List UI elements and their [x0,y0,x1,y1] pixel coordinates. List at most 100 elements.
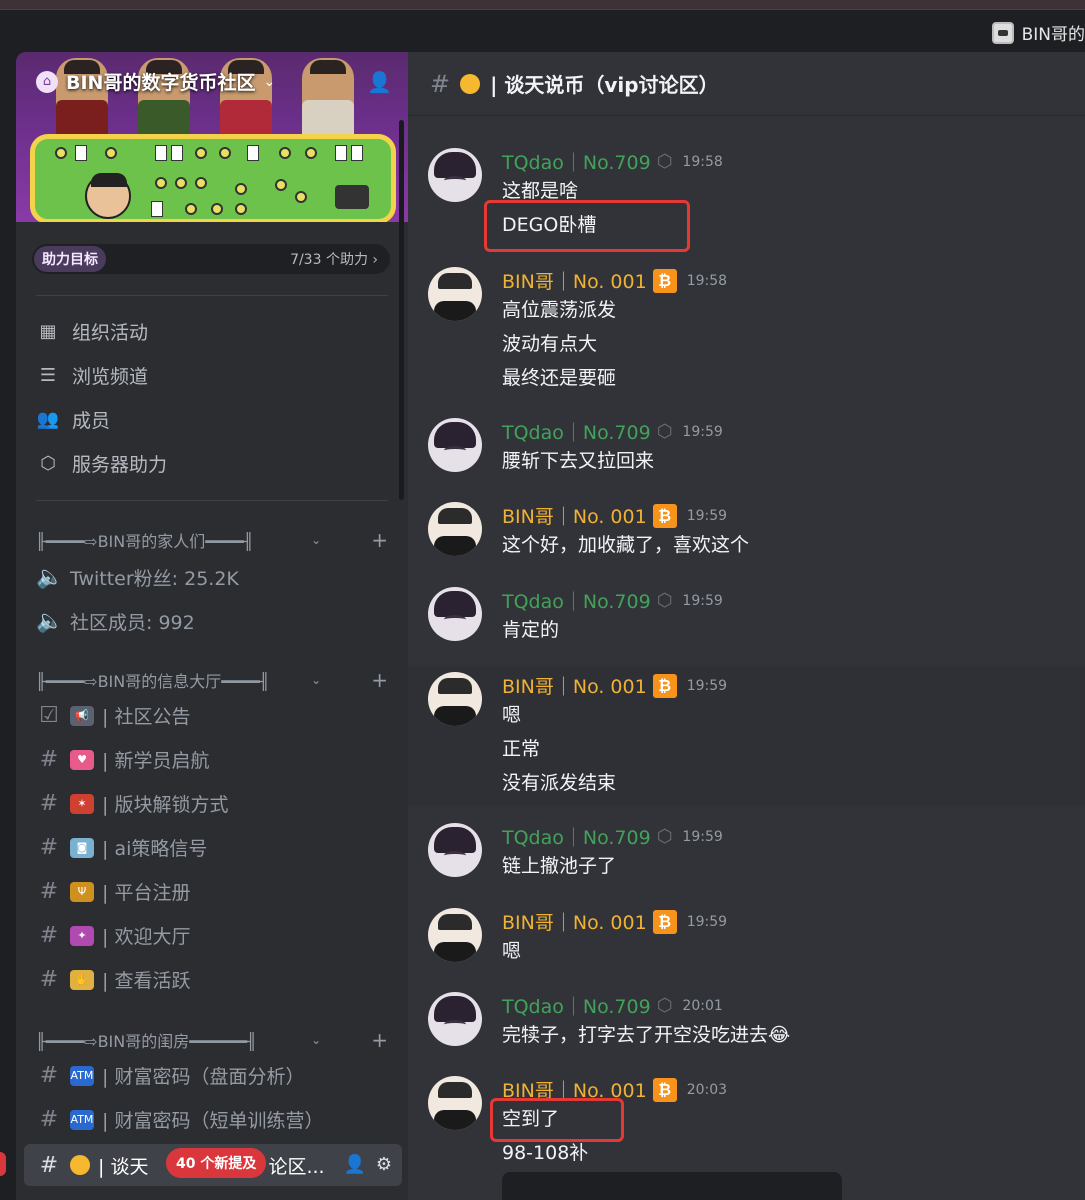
message-text: 正常 [502,738,541,760]
category-info-hall[interactable]: ╟━━━━⇨BIN哥的信息大厅━━━━╢ ⌄ + [36,668,388,692]
message-header: TQdao｜No.709 ⬡ 19:59 [502,823,723,850]
avatar[interactable] [428,823,482,877]
menu-browse-channels[interactable]: ☰ 浏览频道 [36,362,148,389]
divider [36,500,388,501]
sun-emoji-icon [70,1155,90,1175]
menu-members[interactable]: 👥 成员 [36,406,110,433]
channel-unlock[interactable]: # ✶ | 版块解锁方式 [36,790,388,817]
message: BIN哥｜No. 001 ₿ 20:03 空到了 98-108补 [408,1076,1085,1186]
message: BIN哥｜No. 001 ₿ 19:58 高位震荡派发 波动有点大 最终还是要砸 [408,267,1085,397]
timestamp: 19:58 [686,272,728,289]
server-name: BIN哥的数字货币社区 [66,72,256,94]
message: BIN哥｜No. 001 ₿ 19:59 嗯 正常 没有派发结束 [408,666,1085,806]
sidebar-scrollbar[interactable] [399,120,404,500]
cube-badge-icon: ⬡ [656,421,673,442]
username[interactable]: BIN哥｜No. 001 [502,502,647,529]
message-text: 高位震荡派发 [502,299,617,321]
username[interactable]: TQdao｜No.709 [502,418,651,445]
avatar[interactable] [428,672,482,726]
add-channel-icon[interactable]: + [371,1028,388,1052]
add-channel-icon[interactable]: + [371,528,388,552]
message-header: TQdao｜No.709 ⬡ 20:01 [502,992,723,1019]
channel-welcome[interactable]: # ✦ | 欢迎大厅 [36,922,388,949]
calendar-icon: ▦ [39,321,57,342]
channel-community-members[interactable]: 🔈 社区成员: 992 [36,608,388,635]
hash-lock-icon: # [39,1107,59,1132]
message-text: 嗯 [502,704,522,726]
username[interactable]: TQdao｜No.709 [502,823,651,850]
atm-icon: ATM [70,1065,94,1086]
channel-wealth-training[interactable]: # ATM | 财富密码（短单训练营） [36,1106,388,1133]
channel-newbie[interactable]: # ♥ | 新学员启航 [36,746,388,773]
channel-label: | 查看活跃 [102,970,191,992]
message-text: 这个好，加收藏了，喜欢这个 [502,534,750,556]
chat-pane: # | 谈天说币（vip讨论区） TQdao｜No.709 ⬡ 19:58 这都… [408,52,1085,1200]
invite-user-icon[interactable]: 👤 [367,70,392,94]
username[interactable]: TQdao｜No.709 [502,148,651,175]
message-header: TQdao｜No.709 ⬡ 19:59 [502,587,723,614]
avatar[interactable] [428,1076,482,1130]
channel-wealth-analysis[interactable]: # ATM | 财富密码（盘面分析） [36,1062,388,1089]
boost-goal-bar[interactable]: 助力目标 7/33 个助力 › [32,244,390,274]
channel-label: | 平台注册 [102,882,191,904]
gear-icon[interactable]: ⚙ [376,1154,392,1175]
menu-members-label: 成员 [72,410,111,432]
user-chip[interactable]: BIN哥的 [991,20,1085,45]
channel-announcements[interactable]: ☑ 📢 | 社区公告 [36,702,388,729]
invite-user-icon[interactable]: 👤 [343,1154,365,1175]
message-header: BIN哥｜No. 001 ₿ 19:59 [502,672,727,699]
user-label: BIN哥的 [1021,25,1085,45]
avatar[interactable] [428,148,482,202]
channel-label: | ai策略信号 [102,838,208,860]
channel-activity[interactable]: # ✋ | 查看活跃 [36,966,388,993]
clapping-icon: ✋ [70,969,94,990]
hash-lock-icon: # [39,791,59,816]
channel-ai-signal[interactable]: # ◙ | ai策略信号 [36,834,388,861]
username[interactable]: BIN哥｜No. 001 [502,672,647,699]
chat-header: # | 谈天说币（vip讨论区） [408,52,1085,116]
message: TQdao｜No.709 ⬡ 19:59 肯定的 [408,587,1085,657]
avatar[interactable] [428,908,482,962]
message: BIN哥｜No. 001 ₿ 19:59 这个好，加收藏了，喜欢这个 [408,502,1085,572]
username[interactable]: TQdao｜No.709 [502,992,651,1019]
menu-server-boost[interactable]: ⬡ 服务器助力 [36,450,167,477]
hash-lock-icon: # [39,1152,59,1178]
category-family[interactable]: ╟━━━━⇨BIN哥的家人们━━━━╢ ⌄ + [36,528,388,552]
avatar[interactable] [428,502,482,556]
new-mentions-badge[interactable]: 40 个新提及 [166,1148,267,1178]
channel-twitter-followers[interactable]: 🔈 Twitter粉丝: 25.2K [36,564,388,591]
bitcoin-badge-icon: ₿ [652,673,677,698]
add-channel-icon[interactable]: + [371,668,388,692]
username[interactable]: BIN哥｜No. 001 [502,908,647,935]
chevron-down-icon: ⌄ [311,1033,322,1047]
menu-events[interactable]: ▦ 组织活动 [36,318,148,345]
message-text: 嗯 [502,940,522,962]
category-boudoir[interactable]: ╟━━━━⇨BIN哥的闺房━━━━━━╢ ⌄ + [36,1028,388,1052]
avatar[interactable] [428,992,482,1046]
username[interactable]: TQdao｜No.709 [502,587,651,614]
bitcoin-badge-icon: ₿ [652,503,677,528]
avatar[interactable] [428,418,482,472]
window-top-strip [0,0,1085,10]
highlight-box [490,1098,624,1142]
timestamp: 19:59 [686,677,728,694]
channel-label-end: 论区... [268,1155,325,1178]
speaker-icon: 🔈 [36,565,64,590]
username[interactable]: BIN哥｜No. 001 [502,267,647,294]
channel-current-chat[interactable]: # | 谈天 论区... 40 个新提及 👤 ⚙ [24,1144,402,1186]
timestamp: 19:59 [682,828,723,845]
hash-icon: # [39,879,59,904]
message: TQdao｜No.709 ⬡ 19:59 链上撤池子了 [408,823,1085,893]
avatar[interactable] [428,587,482,641]
cube-badge-icon: ⬡ [656,995,673,1016]
banner-boss-character [85,173,131,219]
server-header[interactable]: ⌂ BIN哥的数字货币社区 ⌄ [36,68,275,95]
message: TQdao｜No.709 ⬡ 19:59 腰斩下去又拉回来 [408,418,1085,488]
message-header: TQdao｜No.709 ⬡ 19:58 [502,148,723,175]
server-sidebar: ⌂ BIN哥的数字货币社区 ⌄ 👤 助力目标 7/33 个助力 › ▦ 组织活动… [16,52,408,1200]
message-header: BIN哥｜No. 001 ₿ 19:58 [502,267,727,294]
avatar[interactable] [428,267,482,321]
boost-goal-label: 助力目标 [34,246,106,272]
heart-gift-icon: ♥ [70,749,94,770]
channel-register[interactable]: # Ψ | 平台注册 [36,878,388,905]
